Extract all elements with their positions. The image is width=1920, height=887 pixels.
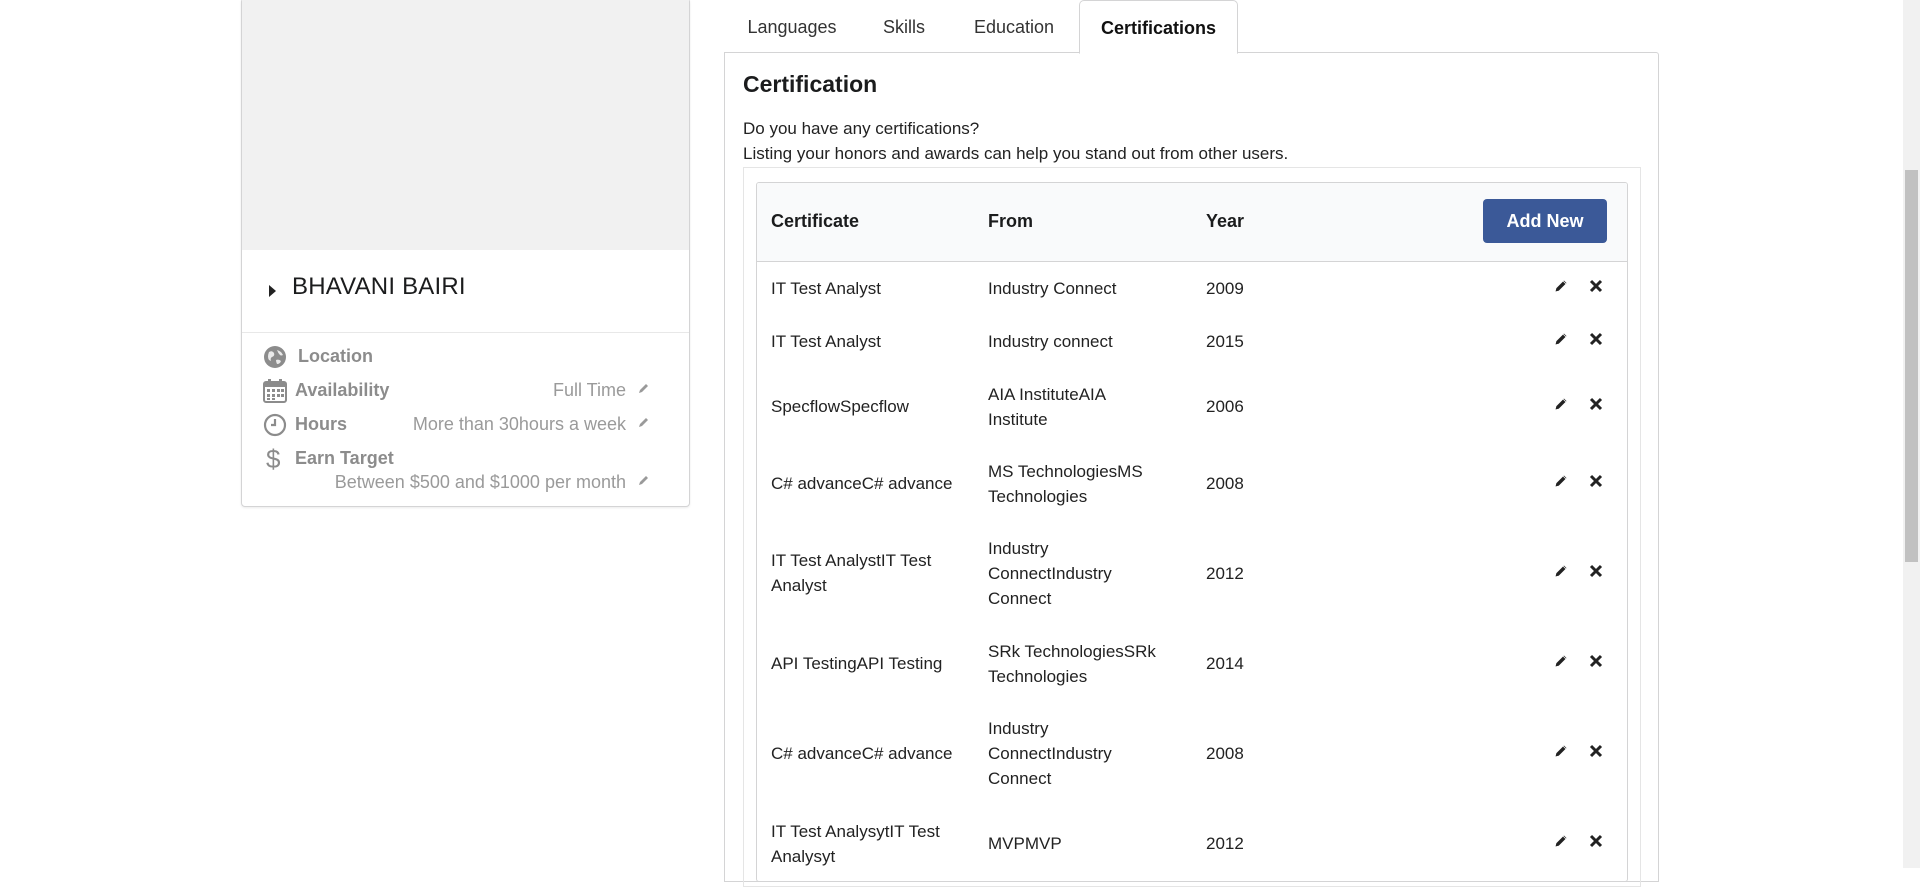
availability-row: Availability Full Time <box>262 378 672 408</box>
certification-table-frame: Certificate From Year Add New IT Test An… <box>743 167 1641 887</box>
close-icon[interactable] <box>1588 833 1606 851</box>
pencil-icon[interactable] <box>1553 653 1571 671</box>
close-icon[interactable] <box>1588 396 1606 414</box>
year-cell: 2012 <box>1206 834 1244 853</box>
from-cell: Industry connect <box>988 332 1113 351</box>
profile-photo-placeholder <box>242 0 689 250</box>
section-question: Do you have any certifications? <box>743 119 980 138</box>
location-row: Location <box>262 344 672 374</box>
pencil-icon[interactable] <box>1553 563 1571 581</box>
year-cell: 2009 <box>1206 279 1244 298</box>
calendar-icon <box>262 378 288 404</box>
profile-name-row[interactable]: BHAVANI BAIRI <box>242 250 689 333</box>
certification-panel: Certification Do you have any certificat… <box>724 52 1659 887</box>
table-row: IT Test AnalysytIT Test Analysyt MVPMVP … <box>757 805 1627 881</box>
location-label: Location <box>298 346 373 366</box>
from-cell: MVPMVP <box>988 834 1062 853</box>
hours-row: Hours More than 30hours a week <box>262 412 672 442</box>
table-row: C# advanceC# advance Industry ConnectInd… <box>757 702 1627 805</box>
profile-name: BHAVANI BAIRI <box>292 273 466 300</box>
certificate-cell: C# advanceC# advance <box>771 744 953 763</box>
from-cell: AIA InstituteAIA Institute <box>988 385 1106 429</box>
close-icon[interactable] <box>1588 743 1606 761</box>
pencil-icon[interactable] <box>1553 833 1571 851</box>
from-cell: Industry ConnectIndustry Connect <box>988 539 1112 608</box>
year-cell: 2008 <box>1206 474 1244 493</box>
pencil-icon[interactable] <box>1553 331 1571 349</box>
certificate-cell: API TestingAPI Testing <box>771 654 943 673</box>
clock-icon <box>262 412 288 438</box>
edit-earn-target-pencil-icon[interactable] <box>638 470 652 488</box>
hours-value: More than 30hours a week <box>412 414 626 434</box>
profile-card: BHAVANI BAIRI Location Availability Full… <box>241 0 690 507</box>
certificate-cell: IT Test AnalystIT Test Analyst <box>771 551 932 595</box>
section-title: Certification <box>743 71 878 97</box>
from-cell: Industry ConnectIndustry Connect <box>988 719 1112 788</box>
close-icon[interactable] <box>1588 653 1606 671</box>
tab-certifications[interactable]: Certifications <box>1079 0 1238 54</box>
pencil-icon[interactable] <box>1553 396 1571 414</box>
from-cell: Industry Connect <box>988 279 1117 298</box>
certificate-cell: IT Test AnalysytIT Test Analysyt <box>771 822 940 866</box>
year-cell: 2006 <box>1206 397 1244 416</box>
page-scrollbar-thumb[interactable] <box>1905 170 1918 562</box>
tab-languages[interactable]: Languages <box>737 0 847 53</box>
globe-icon <box>262 344 288 370</box>
tab-education[interactable]: Education <box>962 0 1066 53</box>
table-row: IT Test Analyst Industry Connect 2009 <box>757 262 1627 315</box>
year-cell: 2014 <box>1206 654 1244 673</box>
close-icon[interactable] <box>1588 278 1606 296</box>
availability-value: Full Time <box>552 380 626 400</box>
close-icon[interactable] <box>1588 473 1606 491</box>
edit-availability-pencil-icon[interactable] <box>638 378 652 396</box>
table-row: C# advanceC# advance MS TechnologiesMS T… <box>757 445 1627 522</box>
caret-right-icon[interactable] <box>269 285 276 297</box>
year-cell: 2008 <box>1206 744 1244 763</box>
table-header: Certificate From Year Add New <box>757 183 1627 262</box>
dollar-icon: $ <box>262 444 288 474</box>
table-row: SpecflowSpecflow AIA InstituteAIA Instit… <box>757 368 1627 445</box>
pencil-icon[interactable] <box>1553 743 1571 761</box>
hours-label: Hours <box>295 414 348 434</box>
availability-label: Availability <box>295 380 390 400</box>
section-hint: Listing your honors and awards can help … <box>743 144 1289 163</box>
add-new-button[interactable]: Add New <box>1483 199 1607 243</box>
tab-skills[interactable]: Skills <box>870 0 938 53</box>
earn-target-value: Between $500 and $1000 per month <box>334 472 626 492</box>
table-row: IT Test Analyst Industry connect 2015 <box>757 315 1627 368</box>
certificate-cell: IT Test Analyst <box>771 279 881 298</box>
close-icon[interactable] <box>1588 563 1606 581</box>
certification-table: Certificate From Year Add New IT Test An… <box>756 182 1628 882</box>
close-icon[interactable] <box>1588 331 1606 349</box>
year-cell: 2015 <box>1206 332 1244 351</box>
from-cell: SRk TechnologiesSRk Technologies <box>988 642 1156 686</box>
column-header-from: From <box>988 211 1033 231</box>
certificate-cell: IT Test Analyst <box>771 332 881 351</box>
year-cell: 2012 <box>1206 564 1244 583</box>
table-row: IT Test AnalystIT Test Analyst Industry … <box>757 522 1627 625</box>
earn-target-row: $ Earn Target Between $500 and $1000 per… <box>262 444 672 502</box>
column-header-year: Year <box>1206 211 1245 231</box>
pencil-icon[interactable] <box>1553 278 1571 296</box>
from-cell: MS TechnologiesMS Technologies <box>988 462 1143 506</box>
pencil-icon[interactable] <box>1553 473 1571 491</box>
edit-hours-pencil-icon[interactable] <box>638 412 652 430</box>
earn-target-label: Earn Target <box>295 448 394 468</box>
certificate-cell: C# advanceC# advance <box>771 474 953 493</box>
table-row: API TestingAPI Testing SRk TechnologiesS… <box>757 625 1627 702</box>
column-header-certificate: Certificate <box>771 211 860 231</box>
svg-text:$: $ <box>266 445 281 473</box>
certificate-cell: SpecflowSpecflow <box>771 397 909 416</box>
